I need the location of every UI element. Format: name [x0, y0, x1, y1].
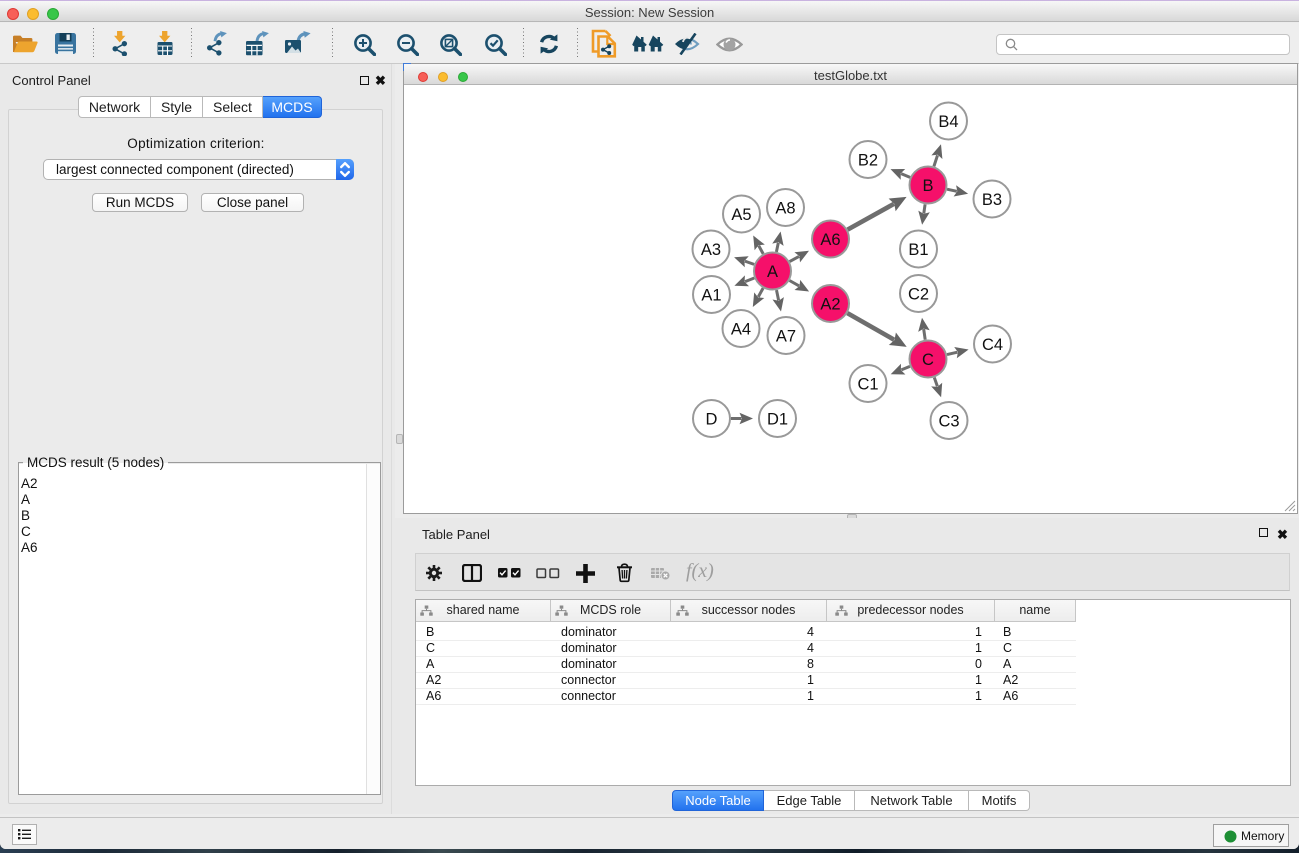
- svg-text:B3: B3: [982, 191, 1002, 209]
- svg-text:A2: A2: [820, 296, 840, 314]
- svg-text:C4: C4: [982, 336, 1003, 354]
- svg-text:A: A: [767, 263, 778, 281]
- svg-text:B1: B1: [908, 241, 928, 259]
- svg-text:B: B: [922, 177, 933, 195]
- svg-text:D: D: [706, 411, 718, 429]
- svg-text:A5: A5: [731, 206, 751, 224]
- svg-text:D1: D1: [767, 411, 788, 429]
- svg-text:B2: B2: [858, 152, 878, 170]
- svg-text:B4: B4: [938, 113, 958, 131]
- svg-text:C: C: [922, 351, 934, 369]
- svg-text:A8: A8: [775, 200, 795, 218]
- svg-text:C2: C2: [908, 286, 929, 304]
- svg-text:C1: C1: [857, 376, 878, 394]
- svg-text:A1: A1: [701, 287, 721, 305]
- svg-text:A4: A4: [731, 321, 751, 339]
- svg-text:A6: A6: [820, 231, 840, 249]
- svg-text:C3: C3: [938, 413, 959, 431]
- svg-text:A3: A3: [701, 241, 721, 259]
- svg-text:A7: A7: [776, 328, 796, 346]
